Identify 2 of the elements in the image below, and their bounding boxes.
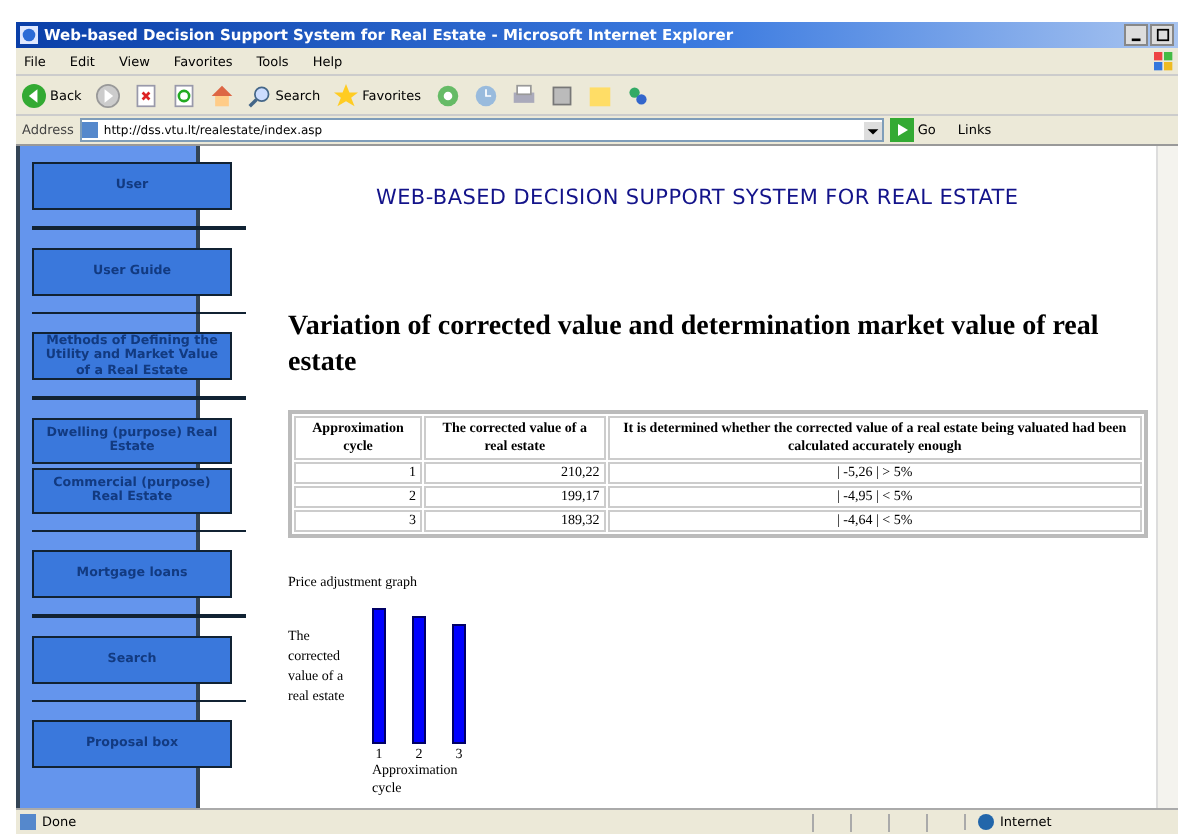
page-title: WEB-BASED DECISION SUPPORT SYSTEM FOR REAL ESTATE [376, 186, 1021, 210]
page-heading: Variation of corrected value and determination market value of real estate [288, 310, 1101, 383]
